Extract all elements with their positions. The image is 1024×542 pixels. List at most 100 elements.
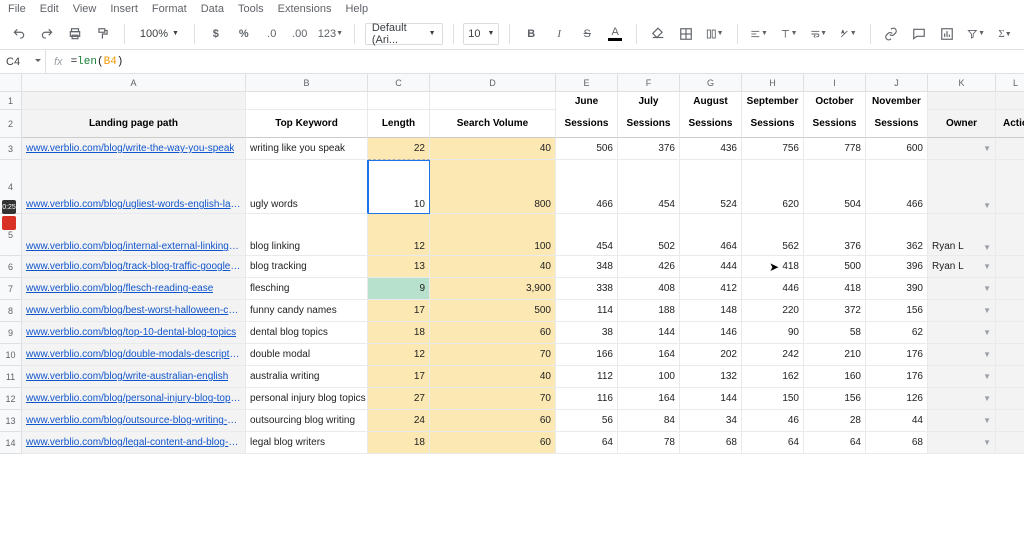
dropdown-icon[interactable]: ▼: [981, 438, 991, 447]
cell-sessions[interactable]: 242: [742, 344, 804, 366]
cell-sessions[interactable]: 376: [618, 138, 680, 160]
paint-format-button[interactable]: [92, 22, 114, 46]
cell-sessions[interactable]: 78: [618, 432, 680, 454]
landing-link[interactable]: www.verblio.com/blog/top-10-dental-blog-…: [26, 327, 236, 338]
cell-length[interactable]: 24: [368, 410, 430, 432]
cell-sessions[interactable]: 68: [680, 432, 742, 454]
landing-link[interactable]: www.verblio.com/blog/write-the-way-you-s…: [26, 143, 234, 154]
row-header[interactable]: 11: [0, 366, 22, 388]
cell-sessions[interactable]: 202: [680, 344, 742, 366]
cell-url[interactable]: www.verblio.com/blog/flesch-reading-ease: [22, 278, 246, 300]
cell-volume[interactable]: 40: [430, 256, 556, 278]
name-box[interactable]: C4: [0, 50, 46, 73]
col-header[interactable]: H: [742, 74, 804, 92]
cell-sessions[interactable]: 348: [556, 256, 618, 278]
cell-action[interactable]: [996, 214, 1024, 256]
row-header[interactable]: 9: [0, 322, 22, 344]
dropdown-icon[interactable]: ▼: [981, 372, 991, 381]
month-header[interactable]: June: [556, 92, 618, 110]
cell-keyword[interactable]: funny candy names: [246, 300, 368, 322]
cell-volume[interactable]: 70: [430, 388, 556, 410]
menu-extensions[interactable]: Extensions: [278, 3, 332, 15]
cell-url[interactable]: www.verblio.com/blog/outsource-blog-writ…: [22, 410, 246, 432]
rotate-button[interactable]: A▼: [836, 22, 860, 46]
cell-sessions[interactable]: 38: [556, 322, 618, 344]
cell-owner[interactable]: ▼: [928, 366, 996, 388]
cell-volume[interactable]: 60: [430, 322, 556, 344]
col-header[interactable]: I: [804, 74, 866, 92]
cell-owner[interactable]: ▼: [928, 278, 996, 300]
cell-owner[interactable]: ▼: [928, 388, 996, 410]
cell-sessions[interactable]: 164: [618, 388, 680, 410]
cell-sessions[interactable]: 64: [804, 432, 866, 454]
cell-action[interactable]: [996, 344, 1024, 366]
cell-length[interactable]: 13: [368, 256, 430, 278]
cell-sessions[interactable]: 62: [866, 322, 928, 344]
header-sessions[interactable]: Sessions: [742, 110, 804, 138]
filter-button[interactable]: ▼: [964, 22, 988, 46]
cell-sessions[interactable]: 162: [742, 366, 804, 388]
cell-volume[interactable]: 100: [430, 214, 556, 256]
col-header[interactable]: L: [996, 74, 1024, 92]
menu-view[interactable]: View: [73, 3, 97, 15]
cell-keyword[interactable]: blog tracking: [246, 256, 368, 278]
cell-url[interactable]: www.verblio.com/blog/internal-external-l…: [22, 214, 246, 256]
functions-button[interactable]: Σ▼: [994, 22, 1016, 46]
menu-insert[interactable]: Insert: [110, 3, 138, 15]
header-volume[interactable]: Search Volume: [430, 110, 556, 138]
cell-volume[interactable]: 40: [430, 138, 556, 160]
row-header[interactable]: 7: [0, 278, 22, 300]
cell-length[interactable]: 22: [368, 138, 430, 160]
comment-button[interactable]: [908, 22, 930, 46]
cell-sessions[interactable]: 64: [556, 432, 618, 454]
cell-sessions[interactable]: 376: [804, 214, 866, 256]
cell-sessions[interactable]: 562: [742, 214, 804, 256]
header-sessions[interactable]: Sessions: [804, 110, 866, 138]
dropdown-icon[interactable]: ▼: [981, 144, 991, 153]
cell-owner[interactable]: Ryan L▼: [928, 214, 996, 256]
cell-keyword[interactable]: legal blog writers: [246, 432, 368, 454]
chart-button[interactable]: [936, 22, 958, 46]
cell-volume[interactable]: 60: [430, 432, 556, 454]
cell-sessions[interactable]: 408: [618, 278, 680, 300]
cell-sessions[interactable]: 504: [804, 160, 866, 214]
cell-sessions[interactable]: 164: [618, 344, 680, 366]
cell-sessions[interactable]: 144: [618, 322, 680, 344]
sheet[interactable]: ABCDEFGHIJKL1JuneJulyAugustSeptemberOcto…: [0, 74, 1024, 542]
cell-sessions[interactable]: 126: [866, 388, 928, 410]
cell-sessions[interactable]: 600: [866, 138, 928, 160]
bold-button[interactable]: B: [520, 22, 542, 46]
row-header[interactable]: 3: [0, 138, 22, 160]
cell-sessions[interactable]: 444: [680, 256, 742, 278]
cell-length[interactable]: 18: [368, 432, 430, 454]
cell-length[interactable]: 17: [368, 300, 430, 322]
corner[interactable]: [0, 74, 22, 92]
cell-owner[interactable]: ▼: [928, 432, 996, 454]
cell-url[interactable]: www.verblio.com/blog/write-the-way-you-s…: [22, 138, 246, 160]
cell-volume[interactable]: 3,900: [430, 278, 556, 300]
menu-edit[interactable]: Edit: [40, 3, 59, 15]
cell-sessions[interactable]: 466: [556, 160, 618, 214]
cell-sessions[interactable]: 64: [742, 432, 804, 454]
month-header[interactable]: August: [680, 92, 742, 110]
cell-sessions[interactable]: 148: [680, 300, 742, 322]
fill-color-button[interactable]: [647, 22, 669, 46]
cell-action[interactable]: [996, 410, 1024, 432]
cell-volume[interactable]: 40: [430, 366, 556, 388]
merge-button[interactable]: ▼: [703, 22, 727, 46]
cell-sessions[interactable]: 56: [556, 410, 618, 432]
cell-sessions[interactable]: 44: [866, 410, 928, 432]
cell-sessions[interactable]: 188: [618, 300, 680, 322]
cell-sessions[interactable]: 176: [866, 366, 928, 388]
cell-url[interactable]: www.verblio.com/blog/best-worst-hallowee…: [22, 300, 246, 322]
cell-sessions[interactable]: 146: [680, 322, 742, 344]
cell-url[interactable]: www.verblio.com/blog/write-australian-en…: [22, 366, 246, 388]
cell-volume[interactable]: 800: [430, 160, 556, 214]
cell-owner[interactable]: ▼: [928, 138, 996, 160]
header-owner[interactable]: Owner: [928, 110, 996, 138]
cell-sessions[interactable]: 112: [556, 366, 618, 388]
cell-sessions[interactable]: 28: [804, 410, 866, 432]
cell-sessions[interactable]: 372: [804, 300, 866, 322]
cell-action[interactable]: [996, 256, 1024, 278]
strike-button[interactable]: S: [576, 22, 598, 46]
